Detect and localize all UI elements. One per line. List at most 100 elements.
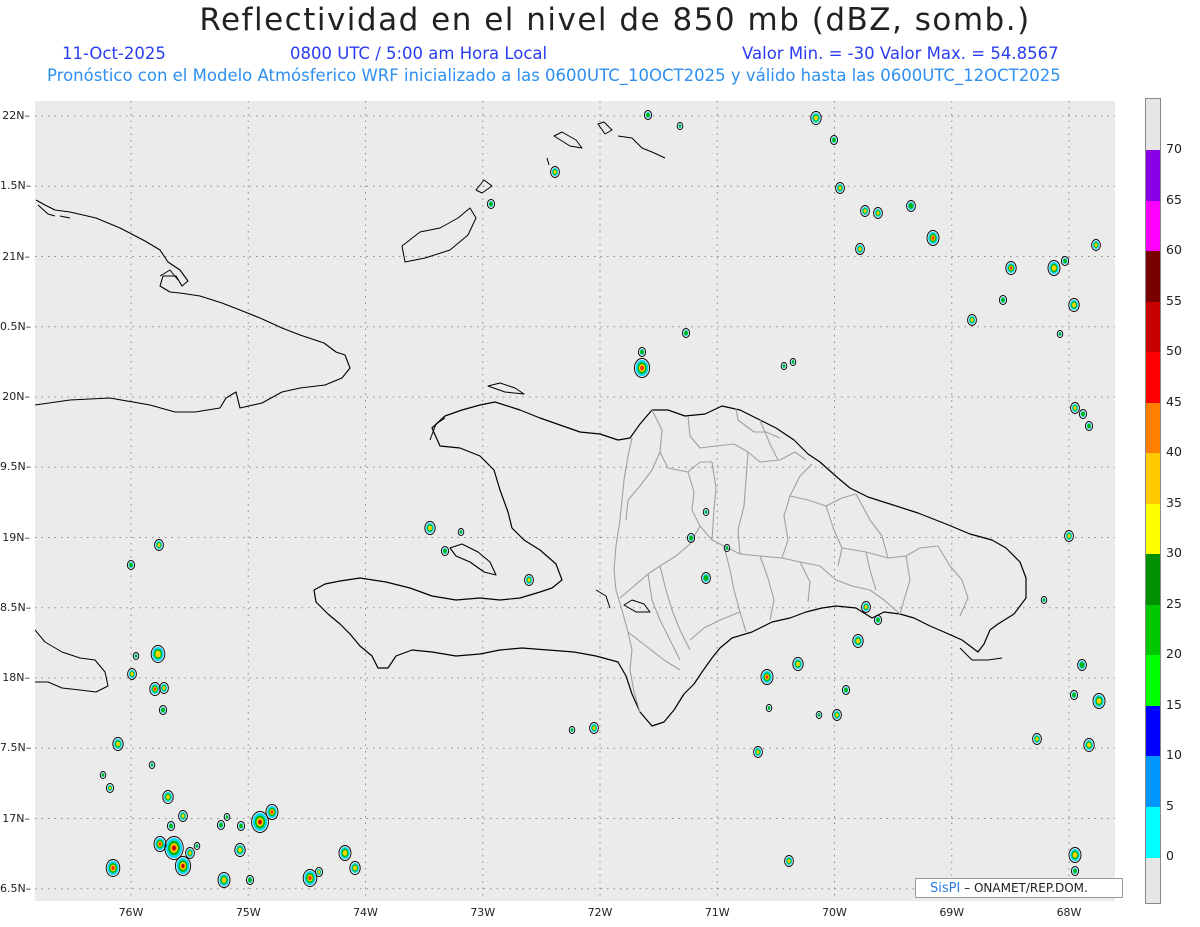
graticule <box>35 101 1115 901</box>
reflectivity-cell <box>185 847 195 859</box>
latitude-label: 22N– <box>2 109 30 122</box>
reflectivity-cell <box>568 726 576 734</box>
colorbar-label: 60 <box>1166 242 1182 257</box>
reflectivity-cell <box>906 200 916 212</box>
reflectivity-cell <box>815 711 823 719</box>
latitude-label: 7.5N– <box>0 741 32 755</box>
reflectivity-cell <box>158 705 168 715</box>
colorbar-label: 50 <box>1166 343 1182 358</box>
cuba-detail <box>37 204 179 281</box>
reflectivity-cell <box>829 135 839 145</box>
colorbar-segment <box>1146 352 1160 403</box>
reflectivity-cell <box>832 709 842 721</box>
longitude-label: 68W <box>1056 906 1082 919</box>
map-graphic <box>35 101 1115 901</box>
reflectivity-cell <box>245 875 255 885</box>
reflectivity-cell <box>1032 733 1042 745</box>
gonave-island <box>449 543 497 576</box>
reflectivity-cell <box>861 601 871 613</box>
bahamas-island <box>617 135 666 159</box>
reflectivity-cell <box>1005 261 1017 275</box>
longitude-label: 74W <box>353 906 378 919</box>
colorbar-label: 45 <box>1166 393 1182 409</box>
colorbar <box>1145 98 1161 904</box>
longitude-label: 73W <box>470 906 496 919</box>
reflectivity-cell <box>681 328 691 338</box>
reflectivity-cell <box>753 746 763 758</box>
longitude-label: 75W <box>235 906 261 919</box>
reflectivity-cell <box>236 821 246 831</box>
colorbar-label: 30 <box>1166 545 1182 560</box>
reflectivity-cell <box>314 867 324 877</box>
reflectivity-cell <box>676 122 684 130</box>
reflectivity-cell <box>852 634 864 648</box>
reflectivity-cell <box>150 645 166 663</box>
colorbar-label: 70 <box>1166 141 1182 156</box>
latitude-label: 1.5N– <box>0 179 32 193</box>
credit-text: – ONAMET/REP.DOM. <box>964 881 1088 895</box>
colorbar-segment <box>1146 503 1160 555</box>
colorbar-segment <box>1146 554 1160 605</box>
bahamas-island <box>553 131 583 149</box>
jamaica-coastline <box>35 629 109 693</box>
reflectivity-cell <box>760 669 774 685</box>
reflectivity-cell <box>302 869 318 887</box>
reflectivity-cell <box>1091 239 1101 251</box>
reflectivity-cell <box>457 528 465 536</box>
longitude-label: 71W <box>704 906 730 919</box>
reflectivity-cell <box>132 652 140 660</box>
reflectivity-cell <box>127 668 137 680</box>
reflectivity-cell <box>1083 738 1095 752</box>
reflectivity-cell <box>1078 409 1088 419</box>
longitude-label: 76W <box>118 906 144 919</box>
reflectivity-cell <box>217 872 231 888</box>
colorbar-label: 40 <box>1166 444 1182 459</box>
colorbar-label: 25 <box>1166 595 1182 611</box>
reflectivity-cell <box>589 722 599 734</box>
colorbar-label: 15 <box>1166 696 1182 712</box>
reflectivity-cell <box>1040 596 1048 604</box>
reflectivity-cell <box>841 685 851 695</box>
reflectivity-cell <box>162 790 174 804</box>
reflectivity-cell <box>166 821 176 831</box>
reflectivity-cell <box>702 508 710 516</box>
province-boundaries <box>613 407 969 713</box>
reflectivity-cell <box>873 615 883 625</box>
reflectivity-cell <box>223 813 231 821</box>
reflectivity-cell <box>967 314 977 326</box>
reflectivity-cell <box>643 110 653 120</box>
latitude-label: 20N– <box>2 390 30 403</box>
reflectivity-cell <box>1056 330 1064 338</box>
reflectivity-cell <box>789 358 797 366</box>
reflectivity-cell <box>1068 847 1082 863</box>
reflectivity-cell <box>440 546 450 556</box>
reflectivity-cell <box>835 182 845 194</box>
bahamas-island <box>546 157 550 166</box>
reflectivity-cell <box>424 521 436 535</box>
hispaniola-detail <box>429 417 1003 661</box>
latitude-label: 19N– <box>2 530 30 544</box>
colorbar-segment <box>1146 806 1160 858</box>
colorbar-label: 10 <box>1166 747 1182 762</box>
reflectivity-cells <box>99 110 1106 888</box>
reflectivity-cell <box>154 539 164 551</box>
longitude-label: 70W <box>822 906 847 919</box>
cuba-coastline <box>35 199 351 413</box>
reflectivity-cell <box>486 199 496 209</box>
lake-enriquillo <box>623 599 651 613</box>
reflectivity-cell <box>265 804 279 820</box>
reflectivity-cell <box>1060 256 1070 266</box>
longitude-label: 69W <box>939 906 965 919</box>
reflectivity-cell <box>780 362 788 370</box>
reflectivity-cell <box>153 836 167 852</box>
credit-brand: SisPI <box>930 881 961 896</box>
reflectivity-cell <box>524 574 534 586</box>
colorbar-segment <box>1146 453 1160 504</box>
colorbar-label: 5 <box>1166 797 1174 813</box>
reflectivity-cell <box>174 856 192 876</box>
colorbar-segment <box>1146 756 1160 807</box>
reflectivity-cell <box>633 358 651 378</box>
reflectivity-cell <box>792 657 804 671</box>
reflectivity-cell <box>998 295 1008 305</box>
reflectivity-cell <box>1064 530 1074 542</box>
